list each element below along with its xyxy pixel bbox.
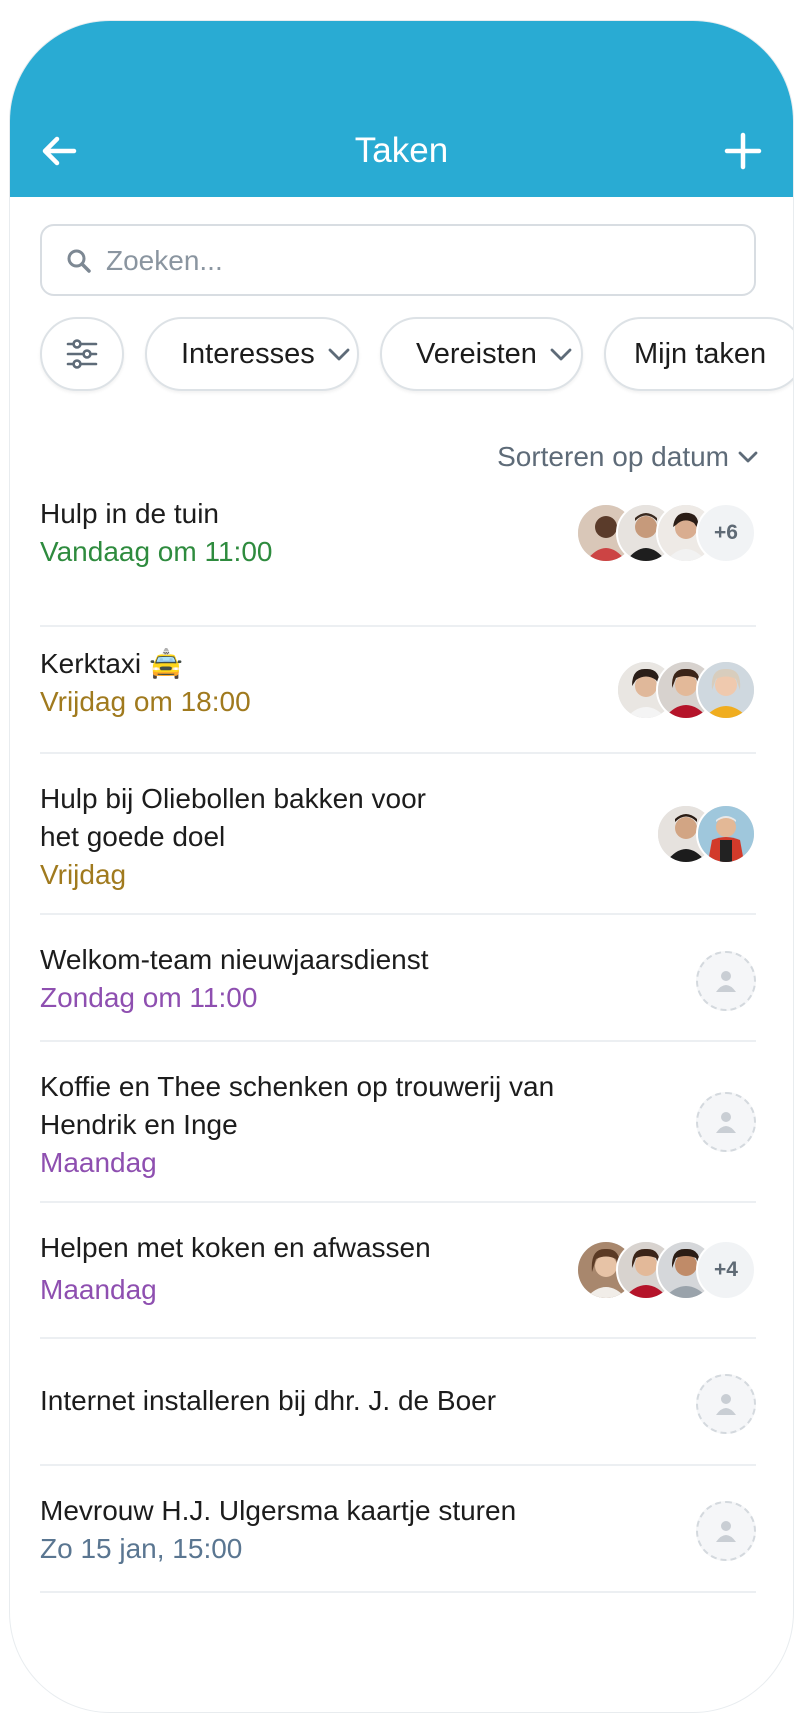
no-participants-placeholder bbox=[696, 951, 756, 1011]
task-row[interactable]: Mevrouw H.J. Ulgersma kaartje sturen Zo … bbox=[40, 1466, 756, 1593]
task-date: Vrijdag om 18:00 bbox=[40, 686, 251, 717]
filter-requirements[interactable]: Vereisten bbox=[380, 317, 583, 391]
more-participants-badge: +6 bbox=[696, 503, 756, 563]
filter-requirements-label: Vereisten bbox=[416, 337, 537, 370]
filter-my-tasks[interactable]: Mijn taken bbox=[604, 317, 793, 391]
filter-bar: Interesses Vereisten Mijn taken bbox=[40, 317, 793, 395]
user-icon bbox=[716, 1521, 736, 1542]
filter-my-tasks-label: Mijn taken bbox=[634, 337, 767, 370]
task-row[interactable]: Helpen met koken en afwassen Maandag +4 bbox=[40, 1203, 756, 1339]
task-row[interactable]: Hulp in de tuin Vandaag om 11:00 +6 bbox=[40, 493, 756, 627]
task-row[interactable]: Hulp bij Oliebollen bakken voor het goed… bbox=[40, 754, 756, 915]
filter-interests-label: Interesses bbox=[181, 337, 315, 370]
user-icon bbox=[716, 1394, 736, 1415]
no-participants-placeholder bbox=[696, 1092, 756, 1152]
task-list: Hulp in de tuin Vandaag om 11:00 +6 Kerk… bbox=[40, 493, 756, 1593]
task-date: Zondag om 11:00 bbox=[40, 982, 258, 1013]
sort-dropdown[interactable]: Sorteren op datum bbox=[497, 441, 759, 473]
participant-avatars bbox=[616, 660, 756, 720]
app-screen: Taken Interesses bbox=[10, 21, 793, 1712]
chevron-down-icon bbox=[328, 348, 350, 361]
add-task-button[interactable] bbox=[721, 129, 765, 173]
task-title: Internet installeren bij dhr. J. de Boer bbox=[40, 1385, 497, 1416]
filter-settings-button[interactable] bbox=[40, 317, 124, 391]
sliders-icon bbox=[66, 339, 98, 369]
filter-interests[interactable]: Interesses bbox=[145, 317, 359, 391]
task-date: Vrijdag bbox=[40, 859, 127, 890]
no-participants-placeholder bbox=[696, 1374, 756, 1434]
chevron-down-icon bbox=[738, 451, 758, 463]
header: Taken bbox=[10, 21, 793, 197]
task-date: Maandag bbox=[40, 1274, 157, 1305]
participant-avatars bbox=[656, 804, 756, 864]
plus-icon bbox=[724, 132, 762, 170]
task-row[interactable]: Kerktaxi 🚖 Vrijdag om 18:00 bbox=[40, 627, 756, 754]
user-icon bbox=[716, 1112, 736, 1133]
avatar bbox=[696, 660, 756, 720]
task-title: Hulp in de tuin bbox=[40, 498, 220, 529]
avatar bbox=[696, 804, 756, 864]
participant-avatars: +4 bbox=[576, 1240, 756, 1300]
task-date: Maandag bbox=[40, 1147, 157, 1178]
page-title: Taken bbox=[354, 131, 449, 170]
participant-avatars: +6 bbox=[576, 503, 756, 563]
chevron-down-icon bbox=[550, 348, 572, 361]
task-title: Welkom-team nieuwjaarsdienst bbox=[40, 944, 429, 975]
more-participants-badge: +4 bbox=[696, 1240, 756, 1300]
search-icon bbox=[67, 249, 91, 273]
search-box[interactable] bbox=[40, 224, 756, 296]
task-date: Vandaag om 11:00 bbox=[40, 536, 273, 567]
task-date: Zo 15 jan, 15:00 bbox=[40, 1533, 243, 1564]
task-row[interactable]: Internet installeren bij dhr. J. de Boer bbox=[40, 1339, 756, 1466]
task-row[interactable]: Welkom-team nieuwjaarsdienst Zondag om 1… bbox=[40, 915, 756, 1042]
sort-label: Sorteren op datum bbox=[497, 441, 729, 472]
no-participants-placeholder bbox=[696, 1501, 756, 1561]
task-title: Mevrouw H.J. Ulgersma kaartje sturen bbox=[40, 1495, 517, 1526]
user-icon bbox=[716, 971, 736, 992]
task-title: Kerktaxi 🚖 bbox=[40, 648, 184, 679]
task-title: Koffie en Thee schenken op trouwerij van… bbox=[40, 1071, 555, 1140]
task-row[interactable]: Koffie en Thee schenken op trouwerij van… bbox=[40, 1042, 756, 1203]
search-input[interactable] bbox=[104, 238, 728, 284]
task-title: Hulp bij Oliebollen bakken voor het goed… bbox=[40, 783, 426, 852]
task-title: Helpen met koken en afwassen bbox=[40, 1232, 431, 1263]
